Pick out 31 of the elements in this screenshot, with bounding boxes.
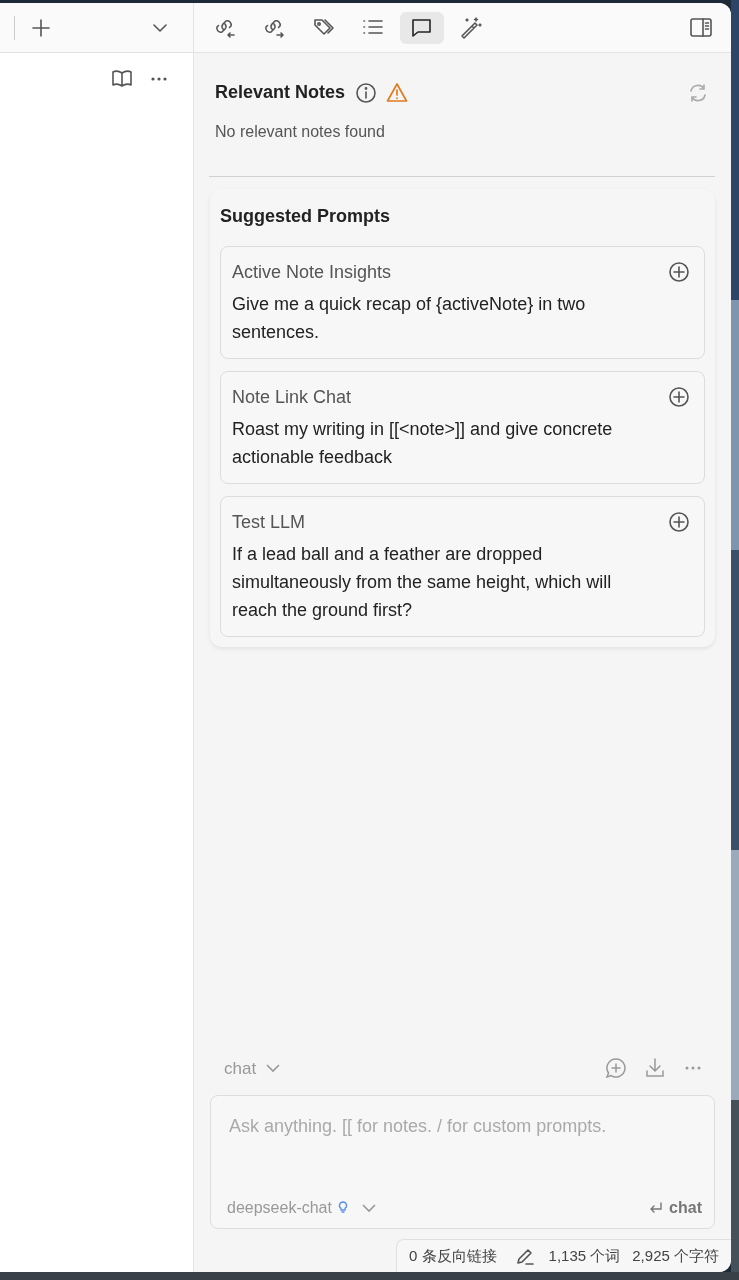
backlinks-count[interactable]: 0 条反向链接 [409, 1244, 497, 1268]
prompt-card[interactable]: Test LLM If a lead ball and a feather are dropped simultaneously from the same height, which will reach the ground first? [220, 496, 705, 637]
add-icon[interactable] [668, 386, 690, 408]
chat-input[interactable]: Ask anything. [[ for notes. / for custom prompts. deepseek-chat chat [210, 1095, 715, 1229]
add-icon[interactable] [31, 17, 51, 38]
warning-icon [386, 81, 409, 104]
prompt-title: Note Link Chat [232, 386, 352, 409]
info-icon[interactable] [355, 81, 378, 104]
send-button[interactable]: chat [649, 1196, 702, 1220]
book-icon[interactable] [111, 69, 133, 89]
lightbulb-icon [337, 1201, 348, 1215]
prompt-title: Test LLM [232, 511, 306, 534]
section-title: Relevant Notes [215, 81, 346, 104]
empty-message: No relevant notes found [214, 122, 386, 142]
download-icon[interactable] [644, 1057, 666, 1080]
section-title: Suggested Prompts [220, 205, 392, 228]
prompt-card[interactable]: Active Note Insights Give me a quick recap of {activeNote} in two sentences. [220, 246, 705, 359]
prompt-title: Active Note Insights [232, 261, 392, 284]
prompt-card[interactable]: Note Link Chat Roast my writing in [[<note>]] and give concrete actionable feedback [220, 371, 705, 484]
enter-icon [649, 1201, 664, 1215]
prompt-text: Give me a quick recap of {activeNote} in two sentences. [232, 293, 587, 344]
new-chat-icon[interactable] [605, 1057, 627, 1080]
sidebar-toggle-icon[interactable] [689, 16, 713, 39]
word-count: 1,135 个词 [548, 1245, 621, 1266]
prompt-text: If a lead ball and a feather are dropped simultaneously from the same height, which will reach the ground first? [232, 543, 613, 622]
pencil-icon[interactable] [514, 1246, 535, 1266]
add-icon[interactable] [668, 261, 690, 283]
character-count: 2,925 个字符 [632, 1245, 719, 1266]
prompt-text: Roast my writing in [[<note>]] and give concrete actionable feedback [232, 418, 614, 469]
add-icon[interactable] [668, 511, 690, 533]
chat-icon[interactable] [400, 11, 444, 44]
